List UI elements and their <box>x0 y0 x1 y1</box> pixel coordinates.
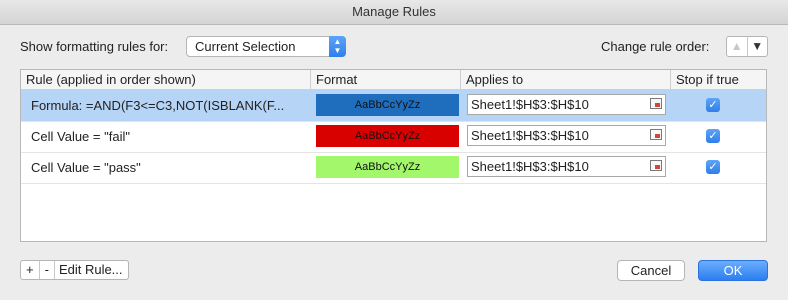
stop-if-true-checkbox[interactable]: ✓ <box>706 98 720 112</box>
rule-description: Cell Value = "pass" <box>31 160 141 175</box>
move-up-arrow-icon[interactable]: ▲ <box>727 37 748 56</box>
add-rule-button[interactable]: + <box>21 261 40 279</box>
move-down-arrow-icon[interactable]: ▼ <box>748 37 768 56</box>
table-row[interactable]: Cell Value = "fail" AaBbCcYyZz Sheet1!$H… <box>21 121 766 153</box>
applies-to-value: Sheet1!$H$3:$H$10 <box>471 97 589 112</box>
remove-rule-button[interactable]: - <box>40 261 55 279</box>
column-header-rule[interactable]: Rule (applied in order shown) <box>21 70 311 89</box>
rules-table: Rule (applied in order shown) Format App… <box>20 69 767 242</box>
rule-description: Formula: =AND(F3<=C3,NOT(ISBLANK(F... <box>31 98 285 113</box>
show-rules-value: Current Selection <box>195 39 296 54</box>
applies-to-value: Sheet1!$H$3:$H$10 <box>471 159 589 174</box>
column-header-stop-if-true[interactable]: Stop if true <box>671 70 766 89</box>
range-picker-icon[interactable] <box>650 129 662 140</box>
show-rules-label: Show formatting rules for: <box>20 39 169 54</box>
table-row[interactable]: Cell Value = "pass" AaBbCcYyZz Sheet1!$H… <box>21 152 766 184</box>
table-header: Rule (applied in order shown) Format App… <box>21 70 766 90</box>
ok-button[interactable]: OK <box>698 260 768 281</box>
window-title: Manage Rules <box>0 0 788 25</box>
range-picker-icon[interactable] <box>650 160 662 171</box>
format-preview: AaBbCcYyZz <box>316 156 459 178</box>
applies-to-field[interactable]: Sheet1!$H$3:$H$10 <box>467 125 666 146</box>
show-rules-select[interactable]: Current Selection ▲ ▼ <box>186 36 346 57</box>
edit-rule-button[interactable]: Edit Rule... <box>55 261 128 279</box>
range-picker-icon[interactable] <box>650 98 662 109</box>
stop-if-true-checkbox[interactable]: ✓ <box>706 129 720 143</box>
format-preview: AaBbCcYyZz <box>316 125 459 147</box>
column-header-applies-to[interactable]: Applies to <box>461 70 671 89</box>
format-preview: AaBbCcYyZz <box>316 94 459 116</box>
cancel-button[interactable]: Cancel <box>617 260 685 281</box>
column-header-format[interactable]: Format <box>311 70 461 89</box>
rule-order-control[interactable]: ▲ ▼ <box>726 36 768 57</box>
updown-chevron-icon: ▲ ▼ <box>329 36 346 57</box>
table-row[interactable]: Formula: =AND(F3<=C3,NOT(ISBLANK(F... Aa… <box>21 90 766 122</box>
stop-if-true-checkbox[interactable]: ✓ <box>706 160 720 174</box>
rule-actions-group: + - Edit Rule... <box>20 260 129 280</box>
rule-description: Cell Value = "fail" <box>31 129 130 144</box>
applies-to-value: Sheet1!$H$3:$H$10 <box>471 128 589 143</box>
change-order-label: Change rule order: <box>601 39 710 54</box>
applies-to-field[interactable]: Sheet1!$H$3:$H$10 <box>467 94 666 115</box>
applies-to-field[interactable]: Sheet1!$H$3:$H$10 <box>467 156 666 177</box>
